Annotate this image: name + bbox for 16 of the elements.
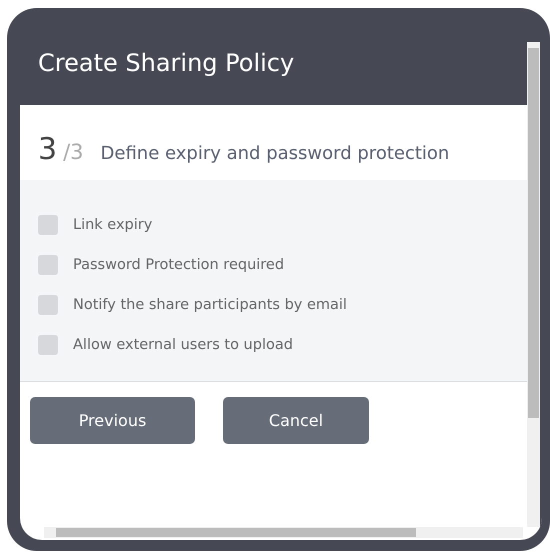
dialog-title: Create Sharing Policy [38, 48, 294, 76]
option-label: Link expiry [73, 217, 152, 233]
checkbox[interactable] [38, 215, 58, 235]
option-label: Notify the share participants by email [73, 297, 347, 313]
step-description: Define expiry and password protection [100, 143, 450, 164]
checkbox[interactable] [38, 295, 58, 315]
option-label: Password Protection required [73, 257, 284, 273]
step-number: 3 [38, 132, 58, 167]
step-total: /3 [63, 140, 84, 164]
option-label: Allow external users to upload [73, 337, 293, 353]
checkbox[interactable] [38, 255, 58, 275]
horizontal-scrollbar[interactable] [44, 527, 523, 538]
dialog-button[interactable]: Previous [30, 397, 195, 444]
vertical-scrollbar[interactable] [527, 42, 540, 527]
checkbox[interactable] [38, 335, 58, 355]
dialog-button[interactable]: Cancel [223, 397, 369, 444]
